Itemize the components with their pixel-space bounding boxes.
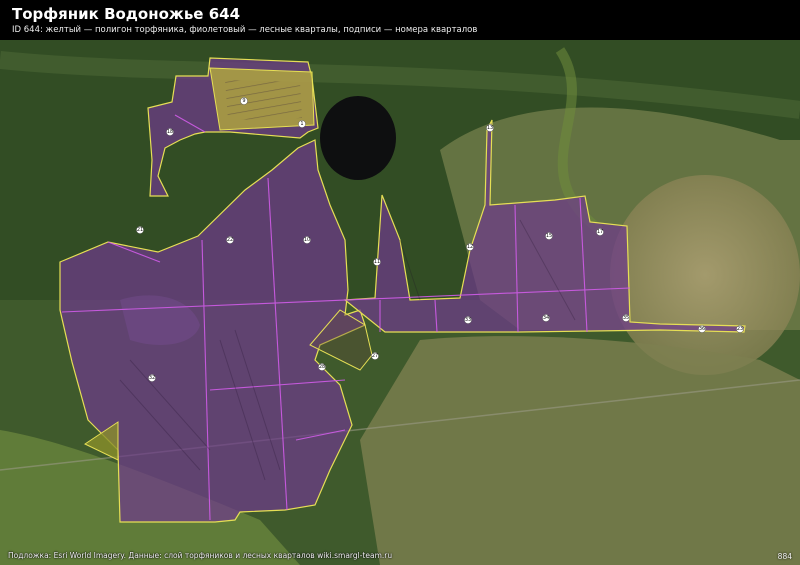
svg-text:32: 32: [149, 375, 155, 381]
svg-text:23: 23: [737, 326, 743, 332]
svg-text:35: 35: [623, 315, 629, 321]
map-header: Торфяник Водоножье 644 ID 644: желтый — …: [0, 0, 800, 40]
quarter-label[interactable]: 32: [148, 374, 156, 382]
quarter-label[interactable]: 21: [136, 226, 144, 234]
svg-text:9: 9: [242, 98, 245, 104]
quarter-label[interactable]: 10: [303, 236, 311, 244]
quarter-label[interactable]: 15: [545, 232, 553, 240]
quarter-label[interactable]: 23: [736, 325, 744, 333]
quarter-label[interactable]: 17: [596, 228, 604, 236]
map-subtitle: ID 644: желтый — полигон торфяника, фиол…: [12, 25, 478, 35]
svg-text:15: 15: [546, 233, 552, 239]
svg-text:11: 11: [374, 259, 380, 265]
svg-text:13: 13: [487, 125, 493, 131]
svg-text:12: 12: [467, 244, 473, 250]
svg-text:21: 21: [137, 227, 143, 233]
quarter-label[interactable]: 34: [542, 314, 550, 322]
quarter-label[interactable]: 9: [240, 97, 248, 105]
svg-text:22: 22: [227, 237, 233, 243]
satellite-map[interactable]: 9 1 18 21 22 10 11 12 13 15 17 33 34 35 …: [0, 0, 800, 565]
svg-text:28: 28: [319, 364, 325, 370]
quarter-label[interactable]: 35: [622, 314, 630, 322]
svg-text:1: 1: [300, 121, 303, 127]
quarter-label[interactable]: 36: [698, 325, 706, 333]
svg-text:10: 10: [304, 237, 310, 243]
quarter-label[interactable]: 18: [166, 128, 174, 136]
quarter-label[interactable]: 13: [486, 124, 494, 132]
quarter-label[interactable]: 1: [298, 120, 306, 128]
svg-text:18: 18: [167, 129, 173, 135]
map-corner-code: 884: [777, 552, 792, 561]
svg-text:27: 27: [372, 353, 378, 359]
quarter-label[interactable]: 27: [371, 352, 379, 360]
lake: [320, 96, 396, 180]
quarter-label[interactable]: 28: [318, 363, 326, 371]
svg-text:34: 34: [543, 315, 549, 321]
map-attribution: Подложка: Esri World Imagery. Данные: сл…: [8, 551, 393, 560]
svg-text:36: 36: [699, 326, 705, 332]
quarter-label[interactable]: 33: [464, 316, 472, 324]
quarter-label[interactable]: 11: [373, 258, 381, 266]
quarter-label[interactable]: 12: [466, 243, 474, 251]
quarter-label[interactable]: 22: [226, 236, 234, 244]
map-title: Торфяник Водоножье 644: [12, 5, 241, 23]
svg-text:33: 33: [465, 317, 471, 323]
svg-text:17: 17: [597, 229, 603, 235]
